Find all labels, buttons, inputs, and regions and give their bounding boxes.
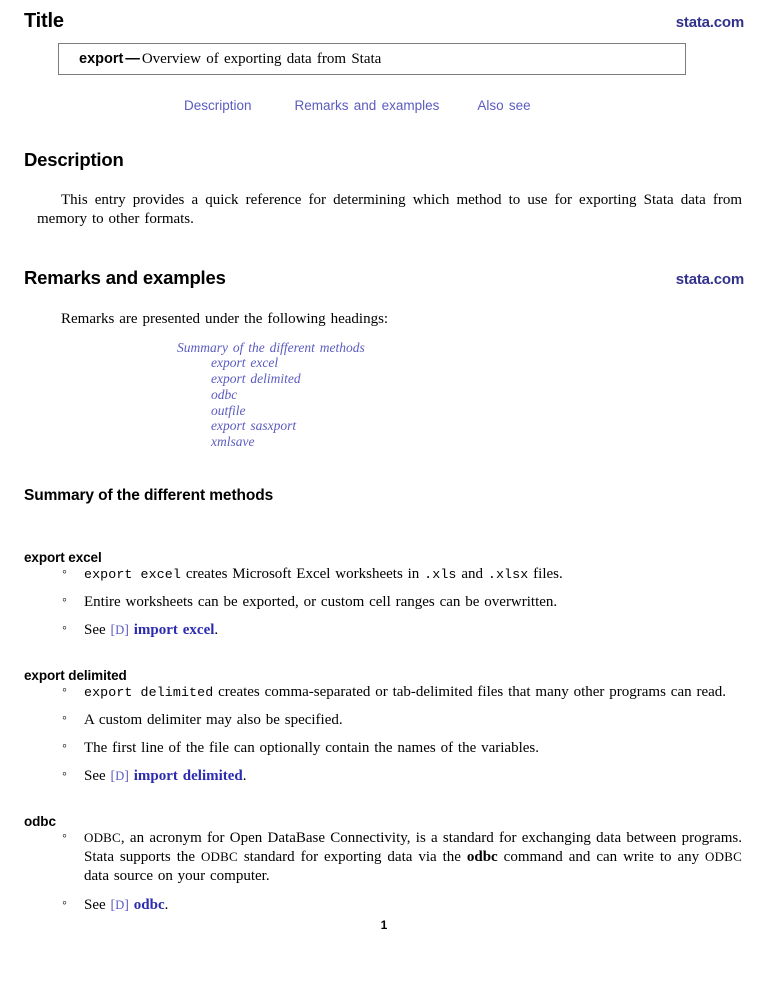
description-paragraph: This entry provides a quick reference fo… — [37, 192, 742, 228]
toc-item: export excel — [177, 355, 744, 371]
manual-reference-link-odbc[interactable]: odbc — [134, 897, 165, 913]
export-delimited-bullet-list: export delimited creates comma-separated… — [24, 682, 744, 786]
document-page: Title stata.com export — Overview of expor… — [0, 0, 768, 994]
list-item: export excel creates Microsoft Excel wor… — [60, 564, 742, 584]
list-item-text: data source on your computer. — [84, 868, 270, 885]
toc-item: export sasxport — [177, 418, 744, 434]
list-item-text: See — [84, 896, 106, 913]
export-excel-section: export excel export excel creates Micros… — [24, 550, 744, 640]
nav-link-remarks-and-examples[interactable]: Remarks and examples — [295, 98, 440, 113]
nav-gap-1 — [252, 98, 295, 113]
list-item-text: creates comma-separated or tab-delimited… — [218, 684, 727, 701]
period: . — [164, 896, 169, 913]
heading-odbc: odbc — [24, 814, 56, 830]
toc-link-xmlsave[interactable]: xmlsave — [211, 434, 254, 449]
nav-gap-2 — [439, 98, 477, 113]
nav-link-description[interactable]: Description — [184, 98, 252, 113]
list-item-text: Entire worksheets can be exported, or cu… — [84, 594, 558, 611]
description-section: Description This entry provides a quick … — [24, 149, 744, 229]
list-item: ODBC, an acronym for Open DataBase Conne… — [60, 828, 742, 886]
bracket-letter: D — [115, 897, 125, 912]
inline-file-extension: .xlsx — [487, 567, 529, 583]
list-item: See [D] odbc. — [60, 894, 742, 915]
toc-link-export-delimited[interactable]: export delimited — [211, 371, 301, 386]
list-item-text: standard for exporting data via the — [243, 849, 461, 866]
remarks-heading-row: Remarks and examples stata.com — [24, 267, 744, 289]
toc-item: export delimited — [177, 371, 744, 387]
remarks-toc: Summary of the different methods export … — [24, 340, 744, 450]
toc-item: xmlsave — [177, 434, 744, 450]
summary-section: Summary of the different methods — [24, 487, 744, 505]
stata-com-link-header[interactable]: stata.com — [676, 14, 744, 31]
heading-export-excel: export excel — [24, 550, 102, 566]
toc-item: odbc — [177, 387, 744, 403]
bracket-letter: D — [115, 623, 125, 638]
list-item-text: and — [461, 566, 484, 583]
remarks-section: Remarks and examples stata.com Remarks a… — [24, 267, 744, 450]
list-item-text: See — [84, 622, 106, 639]
list-item-text: files. — [533, 566, 563, 583]
export-delimited-section: export delimited export delimited create… — [24, 668, 744, 786]
page-number: 1 — [380, 918, 388, 932]
entry-description: Overview of exporting data from Stata — [141, 51, 382, 67]
list-item-text: See — [84, 768, 106, 785]
list-item: See [D] import excel. — [60, 620, 742, 640]
heading-export-delimited: export delimited — [24, 668, 127, 684]
list-item-text: command and can write to any — [503, 849, 700, 866]
manual-reference-bracket: [D] — [111, 898, 129, 913]
inline-command: odbc — [466, 849, 498, 866]
toc-link-export-sasxport[interactable]: export sasxport — [211, 418, 296, 433]
manual-reference-link-import-delimited[interactable]: import delimited — [134, 768, 243, 784]
bracket-close: ] — [124, 623, 129, 639]
entry-dash: — — [125, 51, 140, 67]
manual-reference-bracket: [D] — [111, 769, 129, 784]
heading-summary-of-the-different-methods: Summary of the different methods — [24, 487, 274, 505]
list-item: The first line of the file can optionall… — [60, 738, 742, 758]
period: . — [214, 622, 219, 639]
nav-link-also-see[interactable]: Also see — [477, 98, 530, 113]
remarks-intro-paragraph: Remarks are presented under the followin… — [61, 311, 389, 328]
toc-item: outfile — [177, 403, 744, 419]
heading-description: Description — [24, 149, 124, 170]
bracket-close: ] — [124, 897, 129, 913]
toc-link-summary-of-the-different-methods[interactable]: Summary of the different methods — [177, 340, 365, 355]
export-excel-bullet-list: export excel creates Microsoft Excel wor… — [24, 564, 744, 640]
period: . — [242, 768, 247, 785]
odbc-section: odbc ODBC, an acronym for Open DataBase … — [24, 814, 744, 914]
section-nav-links: Description Remarks and examples Also se… — [24, 98, 744, 113]
page-header: Title stata.com — [24, 0, 744, 32]
bracket-letter: D — [115, 769, 125, 784]
list-item: export delimited creates comma-separated… — [60, 682, 742, 702]
inline-file-extension: .xls — [424, 567, 457, 583]
odbc-bullet-list: ODBC, an acronym for Open DataBase Conne… — [24, 828, 744, 915]
entry-title-box: export — Overview of exporting data from S… — [58, 43, 686, 75]
list-item: A custom delimiter may also be specified… — [60, 710, 742, 730]
manual-reference-link-import-excel[interactable]: import excel — [134, 622, 215, 638]
list-item-text: The first line of the file can optionall… — [84, 740, 539, 757]
acronym-odbc: ODBC — [705, 849, 742, 865]
page-title: Title — [24, 10, 64, 32]
list-item: Entire worksheets can be exported, or cu… — [60, 592, 742, 612]
list-item-text: A custom delimiter may also be specified… — [84, 712, 343, 729]
acronym-odbc: ODBC — [84, 830, 121, 846]
toc-item: Summary of the different methods — [177, 340, 744, 356]
inline-command: export delimited — [84, 685, 214, 701]
manual-reference-bracket: [D] — [111, 623, 129, 638]
toc-link-odbc[interactable]: odbc — [211, 387, 237, 402]
list-item: See [D] import delimited. — [60, 766, 742, 786]
toc-link-outfile[interactable]: outfile — [211, 403, 246, 418]
heading-remarks-and-examples: Remarks and examples — [24, 267, 226, 289]
bracket-close: ] — [124, 769, 129, 785]
list-item-text: creates Microsoft Excel worksheets in — [185, 566, 420, 583]
inline-command: export excel — [84, 567, 181, 583]
toc-link-export-excel[interactable]: export excel — [211, 355, 278, 370]
entry-command-name: export — [79, 51, 124, 67]
stata-com-link-remarks[interactable]: stata.com — [676, 271, 744, 288]
acronym-odbc: ODBC — [200, 849, 238, 865]
